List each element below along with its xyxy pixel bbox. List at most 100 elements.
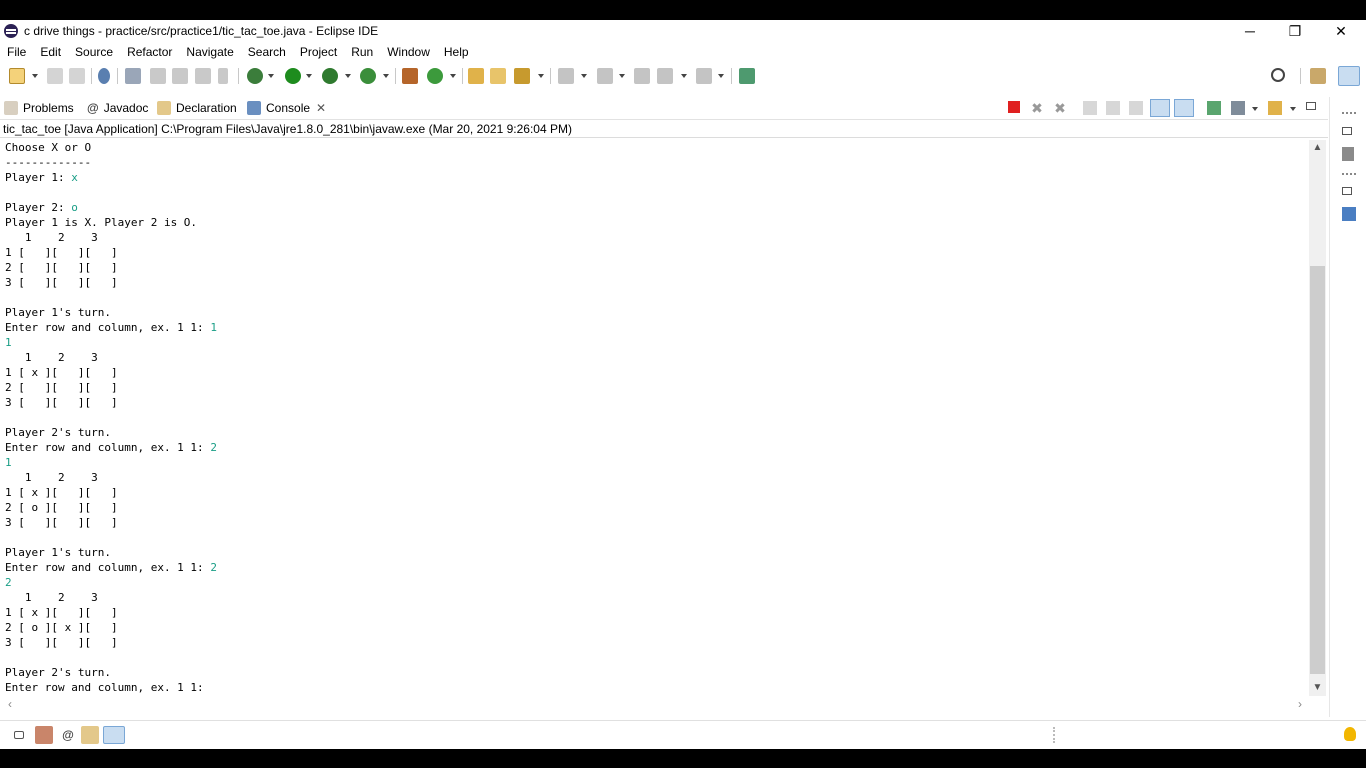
program-output-text: 1 [ x ][ ][ ]	[5, 486, 118, 499]
menu-navigate[interactable]: Navigate	[179, 45, 240, 59]
right-trim-stack	[1329, 97, 1366, 717]
pin-console-icon[interactable]	[1207, 101, 1221, 115]
outline-icon[interactable]	[1342, 147, 1354, 161]
debug-icon[interactable]	[247, 68, 263, 84]
external-tools-icon[interactable]	[360, 68, 376, 84]
previous-annotation-icon[interactable]	[597, 68, 613, 84]
console-icon[interactable]	[103, 726, 125, 744]
search-dropdown-icon[interactable]	[538, 74, 544, 78]
restore-view-icon[interactable]	[1342, 187, 1352, 195]
coverage-dropdown-icon[interactable]	[345, 74, 351, 78]
open-perspective-icon[interactable]	[1310, 68, 1326, 84]
show-on-stdout-icon[interactable]	[1150, 99, 1170, 117]
new-dropdown-icon[interactable]	[32, 74, 38, 78]
menu-source[interactable]: Source	[68, 45, 120, 59]
scroll-up-icon[interactable]: ▲	[1309, 140, 1326, 156]
menu-refactor[interactable]: Refactor	[120, 45, 179, 59]
console-output[interactable]: Choose X or O ------------- Player 1: x Pl…	[0, 140, 1308, 696]
last-edit-location-icon[interactable]	[634, 68, 650, 84]
open-console-dropdown-icon[interactable]	[1290, 107, 1296, 111]
console-line: 3 [ ][ ][ ]	[5, 635, 1308, 650]
new-java-package-icon[interactable]	[402, 68, 418, 84]
problems-icon[interactable]	[35, 726, 53, 744]
step-over-icon[interactable]	[195, 68, 211, 84]
scroll-down-icon[interactable]: ▼	[1309, 680, 1326, 696]
tab-label: Console	[266, 101, 311, 115]
restore-button[interactable]: ❐	[1272, 20, 1318, 42]
open-console-icon[interactable]	[1268, 101, 1282, 115]
menu-edit[interactable]: Edit	[33, 45, 68, 59]
display-console-dropdown-icon[interactable]	[1252, 107, 1258, 111]
user-input-text: 1	[5, 456, 12, 469]
coverage-icon[interactable]	[322, 68, 338, 84]
forward-dropdown-icon[interactable]	[718, 74, 724, 78]
display-console-icon[interactable]	[1231, 101, 1245, 115]
java-perspective-icon[interactable]	[1338, 66, 1360, 86]
scroll-lock-icon[interactable]	[1106, 101, 1120, 115]
console-line: Player 2's turn.	[5, 665, 1308, 680]
resume-icon[interactable]	[150, 68, 166, 84]
debug-dropdown-icon[interactable]	[268, 74, 274, 78]
open-type-icon[interactable]	[468, 68, 484, 84]
new-java-class-icon[interactable]	[427, 68, 443, 84]
menu-project[interactable]: Project	[293, 45, 344, 59]
previous-annotation-dropdown-icon[interactable]	[619, 74, 625, 78]
tab-declaration[interactable]: Declaration	[157, 97, 237, 119]
horizontal-scrollbar[interactable]: ‹ ›	[0, 696, 1308, 712]
close-tab-icon[interactable]: ✕	[316, 97, 326, 119]
toggle-breakpoint-icon[interactable]	[125, 68, 141, 84]
restore-view-icon[interactable]	[1342, 127, 1352, 135]
terminate-icon[interactable]	[1008, 101, 1020, 113]
back-icon[interactable]	[657, 68, 673, 84]
next-annotation-dropdown-icon[interactable]	[581, 74, 587, 78]
show-on-stderr-icon[interactable]	[1174, 99, 1194, 117]
next-annotation-icon[interactable]	[558, 68, 574, 84]
remove-launch-icon[interactable]: ✖	[1030, 101, 1044, 115]
vertical-scrollbar[interactable]: ▲ ▼	[1309, 140, 1326, 696]
pilcrow-icon[interactable]	[218, 68, 228, 84]
scrollbar-thumb[interactable]	[1310, 266, 1325, 674]
save-all-icon[interactable]	[69, 68, 85, 84]
menu-help[interactable]: Help	[437, 45, 476, 59]
tab-console[interactable]: Console ✕	[247, 97, 327, 119]
save-icon[interactable]	[47, 68, 63, 84]
forward-icon[interactable]	[696, 68, 712, 84]
external-tools-dropdown-icon[interactable]	[383, 74, 389, 78]
skip-breakpoints-icon[interactable]	[98, 68, 110, 84]
pin-editor-icon[interactable]	[739, 68, 755, 84]
remove-all-terminated-icon[interactable]: ✖	[1053, 101, 1067, 115]
tip-lightbulb-icon[interactable]	[1344, 727, 1356, 741]
clear-console-icon[interactable]	[1083, 101, 1097, 115]
step-icon[interactable]	[172, 68, 188, 84]
program-output-text: 1 2 3	[5, 351, 98, 364]
console-line: 1	[5, 455, 1308, 470]
program-output-text: 2 [ ][ ][ ]	[5, 261, 118, 274]
menu-window[interactable]: Window	[380, 45, 437, 59]
open-task-icon[interactable]	[490, 68, 506, 84]
run-dropdown-icon[interactable]	[306, 74, 312, 78]
drag-handle-icon[interactable]	[1342, 173, 1356, 179]
menu-search[interactable]: Search	[241, 45, 293, 59]
program-output-text: Player 1 is X. Player 2 is O.	[5, 216, 198, 229]
minimize-button[interactable]: ─	[1227, 20, 1273, 42]
word-wrap-icon[interactable]	[1129, 101, 1143, 115]
scroll-right-icon[interactable]: ›	[1292, 696, 1308, 712]
menu-file[interactable]: File	[0, 45, 33, 59]
declaration-icon[interactable]	[81, 726, 99, 744]
minimize-view-icon[interactable]	[1306, 102, 1316, 110]
close-window-button[interactable]: ✕	[1318, 20, 1364, 42]
new-class-dropdown-icon[interactable]	[450, 74, 456, 78]
drag-handle-icon[interactable]	[1342, 112, 1356, 118]
tab-problems[interactable]: Problems	[4, 97, 74, 119]
back-dropdown-icon[interactable]	[681, 74, 687, 78]
new-file-icon[interactable]	[9, 68, 25, 84]
restore-view-icon[interactable]	[14, 731, 24, 739]
menu-run[interactable]: Run	[344, 45, 380, 59]
tab-javadoc[interactable]: @ Javadoc	[87, 97, 148, 119]
search-tool-icon[interactable]	[514, 68, 530, 84]
run-icon[interactable]	[285, 68, 301, 84]
scroll-left-icon[interactable]: ‹	[2, 696, 18, 712]
javadoc-icon[interactable]: @	[59, 726, 77, 744]
task-list-icon[interactable]	[1342, 207, 1356, 221]
search-icon[interactable]	[1271, 68, 1285, 82]
